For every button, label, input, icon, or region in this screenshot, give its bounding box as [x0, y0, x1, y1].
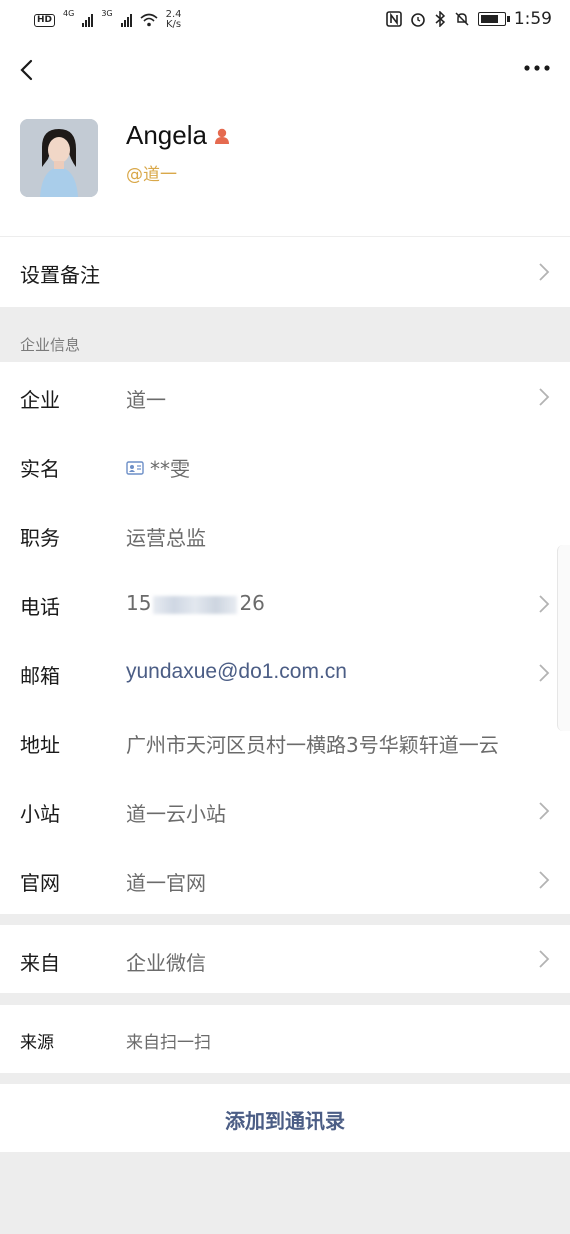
real-name-label: 实名	[20, 457, 60, 481]
real-name-row: 实名 **雯	[0, 431, 570, 500]
wifi-icon	[140, 13, 158, 27]
email-label: 邮箱	[20, 664, 60, 688]
from-label: 来自	[20, 951, 60, 975]
add-to-contacts-label: 添加到通讯录	[225, 1109, 345, 1133]
chevron-right-icon	[539, 950, 550, 968]
website-value: 道一官网	[126, 871, 206, 895]
phone-label: 电话	[20, 595, 60, 619]
id-card-icon	[126, 460, 144, 475]
bluetooth-icon	[435, 11, 445, 27]
station-row[interactable]: 小站 道一云小站	[0, 776, 570, 845]
address-row: 地址 广州市天河区员村一横路3号华颖轩道一云	[0, 707, 570, 776]
name-row: Angela	[126, 120, 231, 151]
address-label: 地址	[20, 733, 60, 757]
company-label: 企业	[20, 388, 60, 412]
side-floating-tab[interactable]	[557, 545, 570, 731]
position-label: 职务	[20, 526, 60, 550]
back-arrow-icon[interactable]	[14, 56, 42, 84]
alarm-icon	[411, 13, 425, 27]
sim1-network-label: 4G	[63, 9, 75, 18]
chevron-right-icon	[539, 595, 550, 613]
chevron-right-icon	[539, 871, 550, 889]
website-label: 官网	[20, 871, 60, 895]
station-value: 道一云小站	[126, 802, 226, 826]
status-bar: HD 4G 3G 2.4 K/s 1:59	[0, 0, 570, 40]
company-row[interactable]: 企业 道一	[0, 362, 570, 431]
sim2-network-label: 3G	[101, 9, 113, 18]
company-value: 道一	[126, 388, 166, 412]
position-value: 运营总监	[126, 526, 206, 550]
contact-name: Angela	[126, 120, 207, 150]
chevron-right-icon	[539, 802, 550, 820]
avatar-portrait-icon	[20, 119, 98, 197]
gender-badge-icon	[214, 128, 229, 144]
phone-row[interactable]: 电话 15 26	[0, 569, 570, 638]
speed-unit: K/s	[165, 19, 182, 30]
phone-suffix: 26	[239, 591, 265, 615]
network-speed: 2.4 K/s	[166, 10, 182, 30]
station-label: 小站	[20, 802, 60, 826]
corp-tag: @道一	[126, 165, 177, 185]
email-value[interactable]: yundaxue@do1.com.cn	[126, 660, 347, 684]
remark-row[interactable]: 设置备注	[0, 237, 570, 307]
from-value: 企业微信	[126, 951, 206, 975]
nfc-icon	[386, 11, 402, 27]
battery-icon	[477, 12, 510, 26]
section-header: 企业信息	[0, 326, 570, 362]
chevron-right-icon	[539, 263, 550, 281]
avatar[interactable]	[20, 119, 98, 197]
section-title: 企业信息	[20, 336, 81, 354]
website-row[interactable]: 官网 道一官网	[0, 845, 570, 914]
email-row[interactable]: 邮箱 yundaxue@do1.com.cn	[0, 638, 570, 707]
position-row: 职务 运营总监	[0, 500, 570, 569]
profile-header: Angela @道一	[0, 40, 570, 236]
from-row[interactable]: 来自 企业微信	[0, 925, 570, 993]
signal-2-icon	[120, 13, 132, 27]
more-options-icon[interactable]	[522, 58, 552, 78]
phone-redaction	[153, 595, 238, 614]
phone-value: 15 26	[126, 591, 265, 615]
signal-1-icon	[82, 13, 94, 27]
hd-voice-icon: HD	[34, 13, 56, 27]
mute-bell-icon	[455, 12, 469, 26]
remark-label: 设置备注	[20, 263, 100, 287]
clock-time: 1:59	[513, 9, 552, 29]
source-label: 来源	[20, 1033, 54, 1053]
phone-prefix: 15	[126, 591, 152, 615]
address-value: 广州市天河区员村一横路3号华颖轩道一云	[126, 733, 499, 757]
real-name-value: **雯	[150, 457, 190, 481]
source-value: 来自扫一扫	[126, 1033, 211, 1053]
chevron-right-icon	[539, 664, 550, 682]
chevron-right-icon	[539, 388, 550, 406]
real-name-value-wrap: **雯	[126, 453, 190, 482]
source-row: 来源 来自扫一扫	[0, 1005, 570, 1073]
add-to-contacts-button[interactable]: 添加到通讯录	[0, 1084, 570, 1152]
